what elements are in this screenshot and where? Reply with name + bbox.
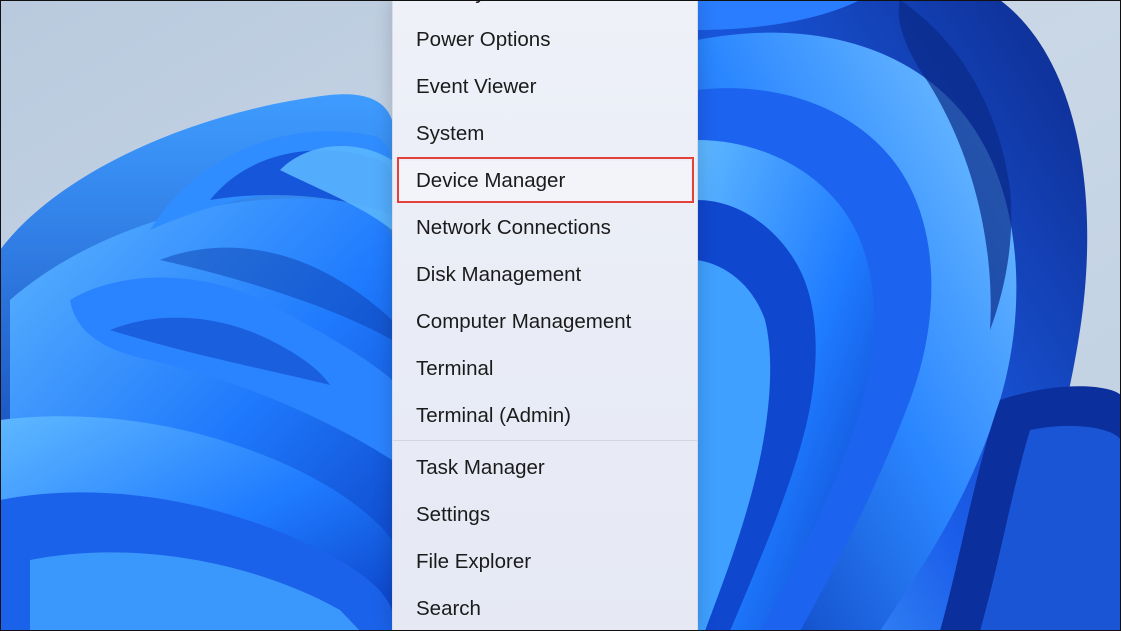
menu-separator xyxy=(393,440,697,441)
menu-item-system[interactable]: System xyxy=(399,114,691,154)
menu-item-device-manager[interactable]: Device Manager xyxy=(399,161,691,201)
menu-item-computer-management[interactable]: Computer Management xyxy=(399,302,691,342)
menu-item-power-options[interactable]: Power Options xyxy=(399,20,691,60)
menu-item-task-manager[interactable]: Task Manager xyxy=(399,448,691,488)
desktop: Mobility Center Power Options Event View… xyxy=(0,0,1121,631)
menu-item-search[interactable]: Search xyxy=(399,589,691,629)
quick-link-menu: Mobility Center Power Options Event View… xyxy=(392,0,698,631)
menu-item-file-explorer[interactable]: File Explorer xyxy=(399,542,691,582)
menu-item-terminal[interactable]: Terminal xyxy=(399,349,691,389)
menu-item-settings[interactable]: Settings xyxy=(399,495,691,535)
menu-item-disk-management[interactable]: Disk Management xyxy=(399,255,691,295)
menu-item-network-connections[interactable]: Network Connections xyxy=(399,208,691,248)
menu-item-mobility-center[interactable]: Mobility Center xyxy=(399,0,691,13)
menu-item-event-viewer[interactable]: Event Viewer xyxy=(399,67,691,107)
menu-item-terminal-admin[interactable]: Terminal (Admin) xyxy=(399,396,691,436)
